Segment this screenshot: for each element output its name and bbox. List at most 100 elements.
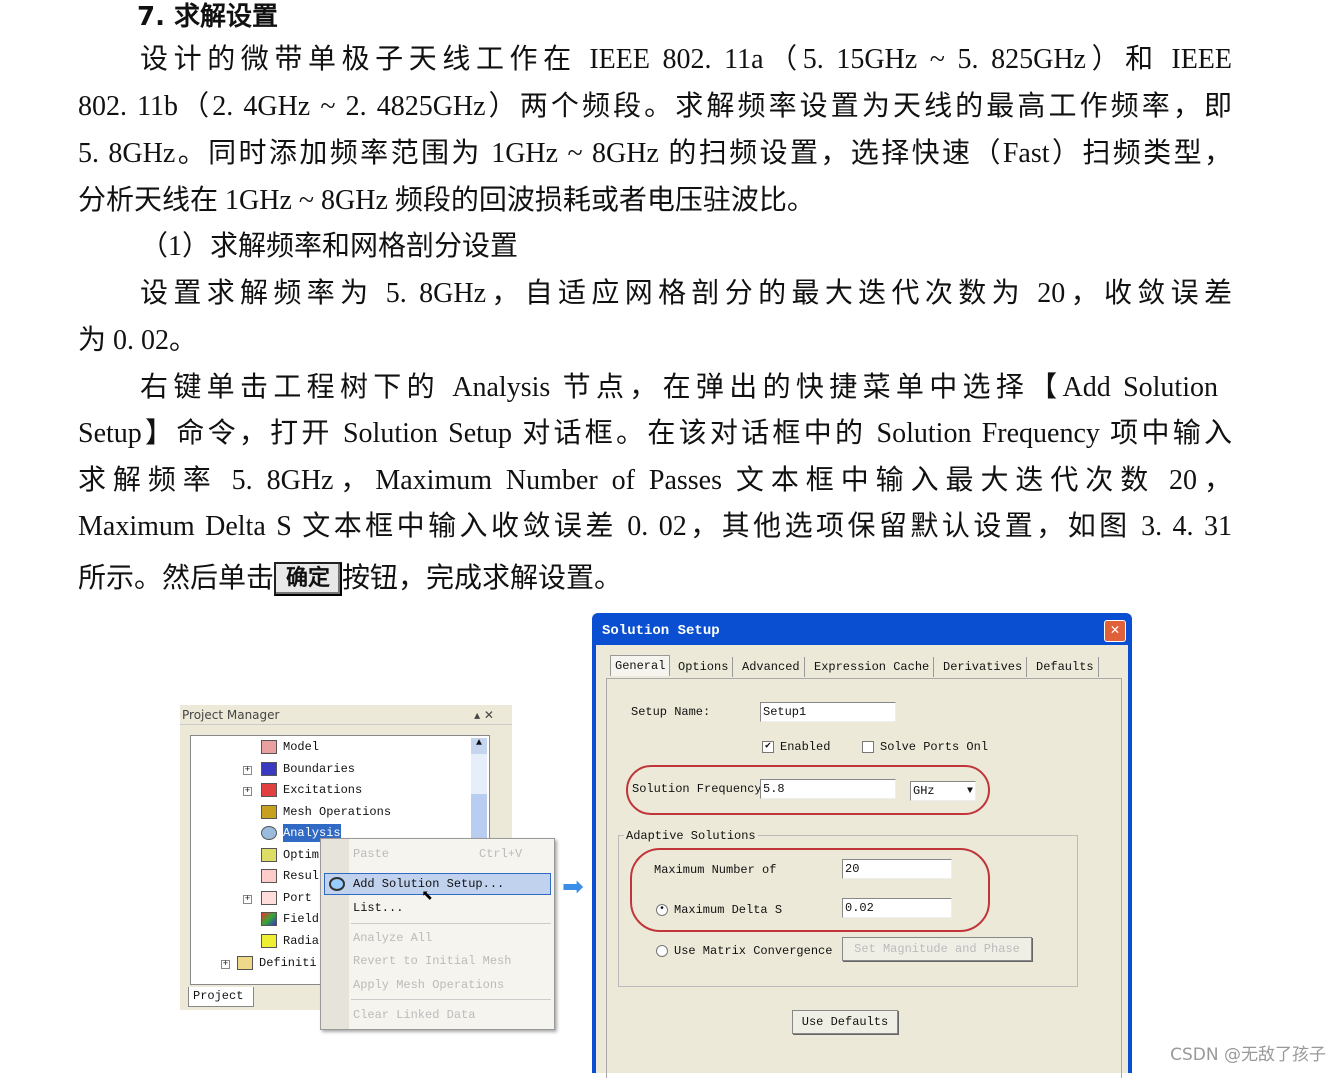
freq-unit-select[interactable]: GHz ▼ — [910, 781, 976, 801]
tree-item-results[interactable]: Resul — [261, 867, 319, 885]
optimetrics-icon — [261, 848, 277, 862]
paste-shortcut: Ctrl+V — [479, 847, 523, 861]
solve-ports-checkbox[interactable]: Solve Ports Onl — [862, 738, 988, 756]
tree-item-excitations[interactable]: Excitations — [261, 781, 362, 799]
dialog-title: Solution Setup — [602, 623, 720, 639]
field-icon — [261, 912, 277, 926]
text-line: 设置求解频率为 5. 8GHz，自适应网格剖分的最大迭代次数为 20，收敛误差 — [140, 278, 1232, 309]
freq-input[interactable]: 5.8 — [760, 779, 896, 799]
tree-item-mesh-operations[interactable]: Mesh Operations — [261, 803, 391, 821]
tree-item-boundaries[interactable]: Boundaries — [261, 760, 355, 778]
enabled-checkbox[interactable]: ✔ Enabled — [762, 738, 830, 756]
label: Maximum Delta S — [674, 903, 783, 917]
label: Field — [283, 912, 320, 926]
label: Mesh Operations — [283, 805, 392, 819]
freq-label: Solution Frequency — [632, 782, 762, 796]
radio-icon — [656, 944, 668, 957]
section-heading: 7. 求解设置 — [137, 2, 279, 32]
text-line: 802. 11b（2. 4GHz ~ 2. 4825GHz）两个频段。求解频率设… — [78, 91, 1232, 122]
text-line: 所示。然后单击 确定 按钮，完成求解设置。 — [78, 562, 622, 596]
radio-selected-icon: • — [656, 903, 668, 916]
menu-item-analyze-all[interactable]: Analyze All — [353, 929, 432, 947]
menu-item-clear-linked[interactable]: Clear Linked Data — [353, 1006, 475, 1024]
menu-item-add-solution-setup[interactable]: Add Solution Setup... — [324, 873, 551, 895]
analysis-icon — [329, 877, 345, 891]
use-defaults-button[interactable]: Use Defaults — [792, 1010, 898, 1034]
tree-item-port[interactable]: Port — [261, 889, 312, 907]
max-delta-radio[interactable]: • Maximum Delta S — [656, 901, 782, 919]
tab-project[interactable]: Project — [188, 987, 254, 1007]
text-after: 按钮，完成求解设置。 — [342, 563, 623, 594]
checkbox-box — [862, 740, 874, 753]
pin-close-icon[interactable]: ▴ ✕ — [474, 705, 494, 725]
max-passes-label: Maximum Number of — [654, 863, 777, 877]
results-icon — [261, 869, 277, 883]
menu-item-revert-mesh[interactable]: Revert to Initial Mesh — [353, 952, 511, 970]
expand-icon[interactable]: + — [221, 960, 230, 969]
menu-separator — [351, 923, 551, 924]
expand-icon[interactable]: + — [243, 895, 252, 904]
tree-item-definitions[interactable]: Definiti — [237, 954, 317, 972]
scroll-up-icon[interactable]: ▲ — [471, 738, 487, 754]
tree-item-field[interactable]: Field — [261, 910, 319, 928]
excitations-icon — [261, 783, 277, 797]
label: Port — [283, 891, 312, 905]
menu-separator — [351, 999, 551, 1000]
max-passes-input[interactable]: 20 — [842, 859, 952, 879]
expand-icon[interactable]: + — [243, 766, 252, 775]
model-icon — [261, 740, 277, 754]
set-magnitude-phase-button[interactable]: Set Magnitude and Phase — [842, 937, 1032, 961]
context-menu: Paste Ctrl+V Add Solution Setup... List.… — [320, 838, 555, 1030]
chevron-down-icon: ▼ — [966, 786, 973, 797]
label: Excitations — [283, 783, 363, 797]
subheading: （1）求解频率和网格剖分设置 — [140, 231, 519, 262]
matrix-convergence-radio[interactable]: Use Matrix Convergence — [656, 942, 832, 960]
tab-options[interactable]: Options — [674, 657, 734, 677]
text-line: 为 0. 02。 — [78, 325, 198, 356]
solution-setup-dialog: Solution Setup ✕ General Options Advance… — [592, 613, 1132, 1078]
tree-item-optim[interactable]: Optim — [261, 846, 319, 864]
tree-item-model[interactable]: Model — [261, 738, 319, 756]
menu-item-paste[interactable]: Paste — [353, 845, 389, 863]
close-button[interactable]: ✕ — [1104, 620, 1126, 642]
text-line: Maximum Delta S 文本框中输入收敛误差 0. 02，其他选项保留默… — [78, 511, 1232, 542]
setup-name-input[interactable]: Setup1 — [760, 702, 896, 722]
label: Enabled — [780, 740, 831, 754]
label: Boundaries — [283, 762, 356, 776]
text-line: 右键单击工程树下的 Analysis 节点，在弹出的快捷菜单中选择【Add So… — [140, 372, 1218, 403]
label: Optim — [283, 848, 320, 862]
folder-icon — [237, 956, 253, 970]
panel-title-text: Project Manager — [182, 708, 280, 722]
label: GHz — [913, 784, 935, 798]
setup-name-label: Setup Name: — [631, 705, 711, 719]
tab-advanced[interactable]: Advanced — [738, 657, 805, 677]
port-icon — [261, 891, 277, 905]
menu-item-apply-mesh[interactable]: Apply Mesh Operations — [353, 976, 504, 994]
label: Resul — [283, 869, 320, 883]
tab-general[interactable]: General — [610, 655, 671, 676]
tab-defaults[interactable]: Defaults — [1032, 657, 1099, 677]
label: Radia — [283, 934, 320, 948]
check-icon: ✔ — [762, 740, 774, 753]
adaptive-label: Adaptive Solutions — [624, 827, 758, 845]
watermark: CSDN @无敌了孩子 — [1170, 1045, 1326, 1065]
text-line: 设计的微带单极子天线工作在 IEEE 802. 11a（5. 15GHz ~ 5… — [140, 44, 1232, 75]
tree-item-radiation[interactable]: Radia — [261, 932, 319, 950]
expand-icon[interactable]: + — [243, 787, 252, 796]
menu-item-list[interactable]: List... — [353, 899, 403, 917]
arrow-right-icon: ➡ — [562, 872, 584, 902]
label: Definiti — [259, 956, 317, 970]
text-before: 所示。然后单击 — [78, 563, 275, 594]
tab-expression-cache[interactable]: Expression Cache — [810, 657, 935, 677]
label: Model — [283, 740, 320, 754]
text-line: Setup】命令，打开 Solution Setup 对话框。在该对话框中的 S… — [78, 418, 1232, 449]
boundaries-icon — [261, 762, 277, 776]
radiation-icon — [261, 934, 277, 948]
tab-derivatives[interactable]: Derivatives — [939, 657, 1028, 677]
cursor-icon: ⬉ — [421, 886, 434, 909]
max-delta-input[interactable]: 0.02 — [842, 898, 952, 918]
label: Use Matrix Convergence — [674, 944, 833, 958]
text-line: 5. 8GHz。同时添加频率范围为 1GHz ~ 8GHz 的扫频设置，选择快速… — [78, 138, 1232, 169]
menu-icon-gutter — [321, 839, 349, 1029]
text-line: 分析天线在 1GHz ~ 8GHz 频段的回波损耗或者电压驻波比。 — [78, 185, 815, 216]
